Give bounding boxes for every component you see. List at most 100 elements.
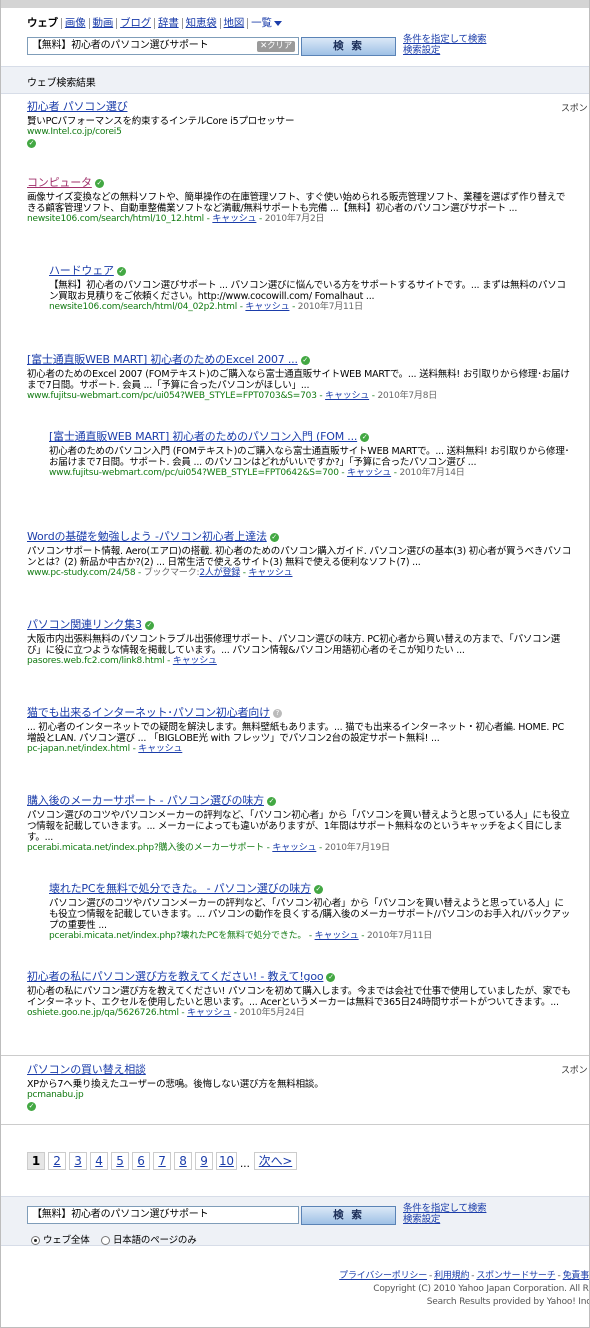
result-snippet: 【無料】初心者のパソコン選びサポート ... パソコン選びに悩んでいる方をサポー… — [49, 280, 566, 302]
page-link[interactable]: 4 — [90, 1152, 108, 1170]
result-snippet: ... 初心者のインターネットでの疑問を解決します。無料壁紙もあります。... … — [27, 722, 564, 744]
result-title[interactable]: [富士通直販WEB MART] 初心者のためのパソコン入門 (FOM ... ✓ — [49, 430, 571, 444]
result-url[interactable]: www.fujitsu-webmart.com/pc/ui054?WEB_STY… — [27, 391, 317, 401]
sponsored-result-top: 初心者 パソコン選び 賢いPCパフォーマンスを約束するインテルCore i5プロ… — [27, 100, 573, 149]
cache-link[interactable]: キャッシュ — [248, 568, 292, 578]
sponsored-result-title[interactable]: パソコンの買い替え相談 — [27, 1063, 573, 1077]
cache-link[interactable]: キャッシュ — [187, 1008, 231, 1018]
result-url[interactable]: www.pc-study.com/24/58 — [27, 568, 136, 578]
result-title[interactable]: ハードウェア ✓ — [49, 264, 571, 278]
safety-check-icon: ✓ — [326, 972, 336, 982]
tab-dictionary[interactable]: 辞書 — [155, 18, 183, 29]
sponsored-result-url[interactable]: pcmanabu.jp — [27, 1090, 84, 1100]
bottom-search-button[interactable]: 検 索 — [301, 1206, 396, 1225]
pagination: 1 2 3 4 5 6 7 8 9 10... 次へ> — [27, 1152, 300, 1172]
advanced-search-link[interactable]: 条件を指定して検索 — [403, 1203, 487, 1214]
page-link[interactable]: 6 — [132, 1152, 150, 1170]
footer-link-privacy[interactable]: プライバシーポリシー — [339, 1271, 427, 1281]
cache-link[interactable]: キャッシュ — [245, 302, 289, 312]
safety-check-icon: ✓ — [94, 178, 104, 188]
tab-map[interactable]: 地図 — [221, 18, 249, 29]
cache-link[interactable]: キャッシュ — [138, 744, 182, 754]
radio-japanese-only[interactable]: 日本語のページのみ — [101, 1232, 197, 1246]
cache-link[interactable]: キャッシュ — [212, 214, 256, 224]
safety-check-icon: ✓ — [360, 432, 370, 442]
result-url[interactable]: pasores.web.fc2.com/link8.html — [27, 656, 165, 666]
sponsored-result-url[interactable]: www.Intel.co.jp/corei5 — [27, 127, 122, 137]
result-snippet: 初心者の私にパソコン選び方を教えてください! パソコンを初めて購入します。今まで… — [27, 986, 571, 1008]
tab-images[interactable]: 画像 — [62, 18, 90, 29]
search-settings-link[interactable]: 検索設定 — [403, 45, 486, 56]
radio-web-all-label: ウェブ全体 — [43, 1235, 90, 1246]
sponsored-result-snippet: 賢いPCパフォーマンスを約束するインテルCore i5プロセッサー — [27, 116, 295, 127]
result-title[interactable]: 壊れたPCを無料で処分できた。 - パソコン選びの味方 ✓ — [49, 882, 571, 896]
next-page-button[interactable]: 次へ> — [253, 1152, 298, 1170]
result-url[interactable]: www.fujitsu-webmart.com/pc/ui054?WEB_STY… — [49, 468, 339, 478]
results-header-title: ウェブ検索結果 — [27, 78, 96, 89]
advanced-search-link[interactable]: 条件を指定して検索 — [403, 34, 487, 45]
result-date: 2010年5月24日 — [239, 1008, 305, 1018]
result-url[interactable]: pc-japan.net/index.html — [27, 744, 130, 754]
result-date: 2010年7月14日 — [399, 468, 465, 478]
result-url[interactable]: newsite106.com/search/html/10_12.html — [27, 214, 204, 224]
result-snippet: 初心者のためのパソコン入門 (FOMテキスト)のご購入なら富士通直販サイトWEB… — [49, 446, 570, 468]
clear-button[interactable]: ✕クリア — [257, 41, 295, 52]
search-input[interactable]: 【無料】初心者のパソコン選びサポート ✕クリア — [27, 37, 299, 55]
footer-link-terms[interactable]: 利用規約 — [434, 1271, 469, 1281]
page-link[interactable]: 3 — [69, 1152, 87, 1170]
chevron-down-icon — [273, 20, 282, 26]
safety-check-icon: ✓ — [27, 139, 36, 148]
top-border-bar — [1, 0, 589, 8]
footer-link-sponsored[interactable]: スポンサードサーチ — [476, 1271, 555, 1281]
result-url[interactable]: oshiete.goo.ne.jp/qa/5626726.html — [27, 1008, 179, 1018]
result-url[interactable]: pcerabi.micata.net/index.php?壊れたPCを無料で処分… — [49, 931, 306, 941]
tab-chiebukuro[interactable]: 知恵袋 — [183, 18, 221, 29]
result-title[interactable]: パソコン関連リンク集3 ✓ — [27, 618, 573, 632]
page-link[interactable]: 10 — [216, 1152, 237, 1170]
footer: プライバシーポリシー - 利用規約 - スポンサードサーチ - 免責事 Copyright … — [301, 1270, 589, 1309]
result-title[interactable]: 初心者の私にパソコン選び方を教えてください! - 教えて!goo ✓ — [27, 970, 573, 984]
results-header-bar: ウェブ検索結果 — [1, 66, 589, 94]
cache-link[interactable]: キャッシュ — [173, 656, 217, 666]
page-link[interactable]: 5 — [111, 1152, 129, 1170]
search-button[interactable]: 検 索 — [301, 37, 396, 56]
tab-web[interactable]: ウェブ — [27, 18, 62, 29]
result-item: パソコン関連リンク集3 ✓ 大阪市内出張料無料のパソコントラブル出張修理サポート、… — [27, 618, 573, 667]
result-title[interactable]: 購入後のメーカーサポート - パソコン選びの味方 ✓ — [27, 794, 573, 808]
result-item: 壊れたPCを無料で処分できた。 - パソコン選びの味方 ✓ パソコン選びのコツやパ… — [49, 882, 571, 941]
cache-link[interactable]: キャッシュ — [272, 843, 316, 853]
bottom-search-input[interactable]: 【無料】初心者のパソコン選びサポート — [27, 1206, 299, 1224]
sponsored-result-snippet: XPから7へ乗り換えたユーザーの悲鳴。後悔しない選び方を無料相談。 — [27, 1079, 324, 1090]
page-link[interactable]: 9 — [195, 1152, 213, 1170]
result-title[interactable]: コンピュータ ✓ — [27, 176, 573, 190]
tab-list[interactable]: 一覧 — [248, 18, 285, 29]
bookmark-count-link[interactable]: 2人が登録 — [199, 568, 240, 578]
safety-check-icon: ✓ — [27, 1102, 36, 1111]
tab-video[interactable]: 動画 — [90, 18, 118, 29]
result-date: 2010年7月8日 — [377, 391, 438, 401]
result-item: ハードウェア ✓ 【無料】初心者のパソコン選びサポート ... パソコン選びに悩ん… — [49, 264, 571, 313]
bottom-search-input-value: 【無料】初心者のパソコン選びサポート — [32, 1209, 209, 1220]
radio-web-all[interactable]: ウェブ全体 — [31, 1232, 90, 1246]
cache-link[interactable]: キャッシュ — [325, 391, 369, 401]
cache-link[interactable]: キャッシュ — [347, 468, 391, 478]
result-url[interactable]: newsite106.com/search/html/04_02p2.html — [49, 302, 237, 312]
page-link[interactable]: 7 — [153, 1152, 171, 1170]
radio-unselected-icon — [101, 1236, 110, 1245]
page-link[interactable]: 8 — [174, 1152, 192, 1170]
sponsored-result-title[interactable]: 初心者 パソコン選び — [27, 100, 573, 114]
result-url[interactable]: pcerabi.micata.net/index.php?購入後のメーカーサポー… — [27, 843, 264, 853]
result-title[interactable]: 猫でも出来るインターネット･パソコン初心者向け? — [27, 706, 573, 720]
footer-link-disclaimer[interactable]: 免責事 — [563, 1271, 589, 1281]
result-title[interactable]: Wordの基礎を勉強しよう -パソコン初心者上達法 ✓ — [27, 530, 573, 544]
safety-check-icon: ✓ — [144, 620, 154, 630]
cache-link[interactable]: キャッシュ — [315, 931, 359, 941]
search-settings-link[interactable]: 検索設定 — [403, 1214, 486, 1225]
page-link[interactable]: 2 — [48, 1152, 66, 1170]
pager-ellipsis: ... — [239, 1157, 250, 1170]
result-date: 2010年7月11日 — [297, 302, 363, 312]
result-item: 初心者の私にパソコン選び方を教えてください! - 教えて!goo ✓ 初心者の私に… — [27, 970, 573, 1019]
result-title[interactable]: [富士通直販WEB MART] 初心者のためのExcel 2007 ... ✓ — [27, 353, 573, 367]
sponsored-result-bottom: パソコンの買い替え相談 XPから7へ乗り換えたユーザーの悲鳴。後悔しない選び方を… — [27, 1063, 573, 1112]
tab-blog[interactable]: ブログ — [117, 18, 156, 29]
